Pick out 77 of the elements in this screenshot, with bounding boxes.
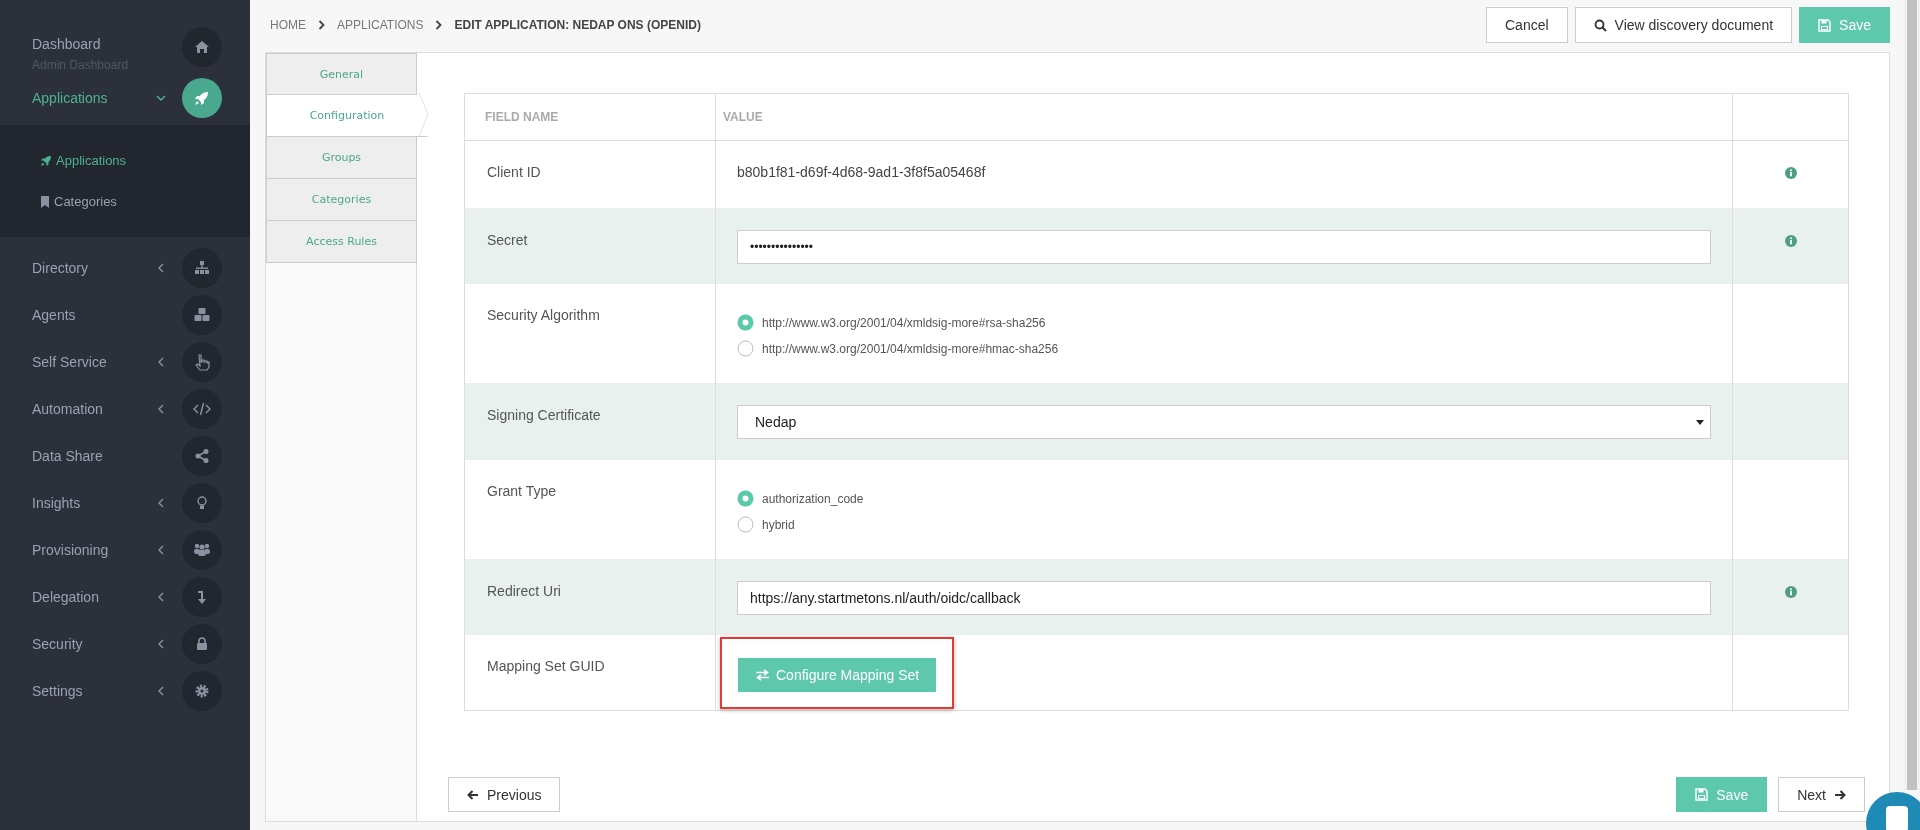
chevron-left-icon[interactable] bbox=[156, 356, 166, 367]
previous-button[interactable]: Previous bbox=[448, 777, 561, 812]
search-icon bbox=[1593, 18, 1607, 32]
hand-icon[interactable] bbox=[182, 341, 222, 382]
arrow-right-icon bbox=[1834, 789, 1846, 800]
info-icon[interactable] bbox=[1784, 167, 1797, 179]
lock-icon[interactable] bbox=[182, 623, 222, 664]
radio-button[interactable] bbox=[737, 314, 754, 331]
tab[interactable]: Configuration bbox=[266, 95, 428, 137]
submenu-item[interactable]: Applications bbox=[56, 153, 127, 168]
share-icon[interactable] bbox=[182, 435, 222, 476]
caret-icon bbox=[1696, 419, 1704, 425]
input-field[interactable]: https://any.startmetons.nl/auth/oidc/callback bbox=[737, 581, 1711, 615]
field-label: Secret bbox=[487, 232, 528, 248]
arrow-down-icon[interactable] bbox=[182, 576, 222, 617]
field-label: Security Algorithm bbox=[487, 307, 600, 323]
nav-item[interactable]: Data Share bbox=[32, 447, 152, 464]
nav-item[interactable]: Self Service bbox=[32, 353, 152, 370]
radio-label: http://www.w3.org/2001/04/xmldsig-more#rsa-sha256 bbox=[762, 315, 1046, 330]
radio-label: http://www.w3.org/2001/04/xmldsig-more#hmac-sha256 bbox=[762, 341, 1059, 356]
discovery-button[interactable]: View discovery document bbox=[1574, 7, 1793, 43]
radio-button[interactable] bbox=[737, 340, 754, 357]
field-label: Mapping Set GUID bbox=[487, 658, 605, 674]
nav-item[interactable]: Applications bbox=[32, 89, 152, 106]
cubes-icon[interactable] bbox=[182, 294, 222, 335]
bulb-icon[interactable] bbox=[182, 482, 222, 523]
nav-item[interactable]: Security bbox=[32, 635, 152, 652]
column-header: VALUE bbox=[715, 93, 1733, 141]
nav-item[interactable]: Dashboard bbox=[32, 35, 152, 52]
chevron-left-icon[interactable] bbox=[156, 403, 166, 414]
chevron-left-icon[interactable] bbox=[156, 262, 166, 273]
radio-button[interactable] bbox=[737, 516, 754, 533]
field-label: Grant Type bbox=[487, 483, 556, 499]
breadcrumb-link[interactable]: HOME bbox=[270, 18, 306, 32]
gear-icon[interactable] bbox=[182, 670, 222, 711]
nav-item[interactable]: Provisioning bbox=[32, 541, 152, 558]
radio-label: hybrid bbox=[762, 517, 795, 532]
users-icon[interactable] bbox=[182, 529, 222, 570]
page-title: EDIT APPLICATION: NEDAP ONS (OPENID) bbox=[454, 18, 701, 32]
home-icon[interactable] bbox=[182, 26, 222, 67]
chevron-right-icon bbox=[435, 20, 443, 30]
chevron-left-icon[interactable] bbox=[156, 497, 166, 508]
column-header: FIELD NAME bbox=[464, 93, 716, 141]
radio-label: authorization_code bbox=[762, 491, 864, 506]
submenu-item[interactable]: Categories bbox=[54, 194, 117, 209]
field-label: Redirect Uri bbox=[487, 583, 561, 599]
swap-arrows-icon bbox=[755, 669, 770, 681]
chat-icon[interactable] bbox=[1866, 792, 1920, 830]
nav-item[interactable]: Settings bbox=[32, 682, 152, 699]
chevron-left-icon[interactable] bbox=[156, 591, 166, 602]
chevron-left-icon[interactable] bbox=[156, 544, 166, 555]
input-field[interactable]: ••••••••••••••• bbox=[737, 230, 1711, 264]
chevron-right-icon bbox=[318, 20, 325, 30]
field-value: b80b1f81-d69f-4d68-9ad1-3f8f5a05468f bbox=[737, 164, 986, 180]
next-button[interactable]: Next bbox=[1778, 777, 1865, 812]
nav-item[interactable]: Insights bbox=[32, 494, 152, 511]
cancel-button[interactable]: Cancel bbox=[1486, 7, 1568, 43]
nav-item[interactable]: Automation bbox=[32, 400, 152, 417]
chevron-left-icon[interactable] bbox=[156, 638, 166, 649]
bookmark-icon bbox=[40, 195, 50, 208]
rocket-icon bbox=[40, 154, 52, 167]
chevron-left-icon[interactable] bbox=[156, 685, 166, 696]
arrow-left-icon bbox=[467, 789, 479, 800]
dropdown[interactable]: Nedap bbox=[737, 405, 1711, 439]
sitemap-icon[interactable] bbox=[182, 247, 222, 288]
nav-item[interactable]: Directory bbox=[32, 259, 152, 276]
scrollbar[interactable] bbox=[1904, 0, 1920, 790]
nav-item[interactable]: Agents bbox=[32, 306, 152, 323]
code-icon[interactable] bbox=[182, 388, 222, 429]
rocket-icon[interactable] bbox=[182, 77, 222, 118]
info-icon[interactable] bbox=[1784, 235, 1797, 247]
field-label: Signing Certificate bbox=[487, 407, 601, 423]
breadcrumb-link[interactable]: APPLICATIONS bbox=[337, 18, 424, 32]
nav-item[interactable]: Delegation bbox=[32, 588, 152, 605]
radio-button[interactable] bbox=[737, 490, 754, 507]
info-icon[interactable] bbox=[1784, 586, 1797, 598]
field-label: Client ID bbox=[487, 164, 541, 180]
